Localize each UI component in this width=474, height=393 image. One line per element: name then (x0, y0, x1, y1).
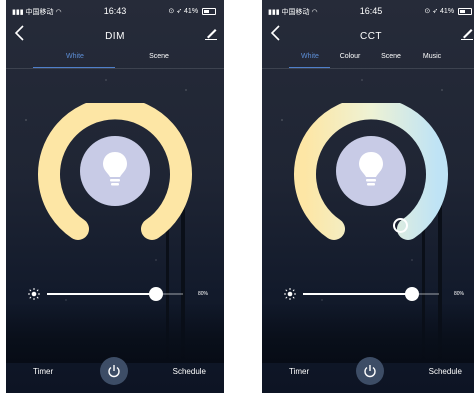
battery-percent: 41% (184, 8, 199, 15)
sun-icon (28, 288, 40, 300)
bulb-toggle-button[interactable] (336, 136, 406, 206)
bulb-toggle-button[interactable] (80, 136, 150, 206)
chevron-left-icon[interactable] (12, 24, 28, 42)
bulb-icon (359, 152, 383, 186)
dim-screen: ▮▮▮ 中国移动 ◠ 16:43 ⊙ ➶ 41% DIM White Scene (6, 0, 224, 393)
edit-icon[interactable] (459, 25, 474, 41)
tab-active-indicator (33, 67, 115, 68)
page-title: CCT (359, 31, 383, 42)
nav-bar: DIM (6, 22, 224, 48)
cct-screen: ▮▮▮ 中国移动 ◠ 16:45 ⊙ ➶ 41% CCT White Colou… (262, 0, 474, 393)
battery-icon (202, 7, 216, 15)
edit-icon[interactable] (203, 25, 219, 41)
location-icon: ⊙ ➶ (424, 8, 439, 15)
timer-button[interactable]: Timer (33, 367, 53, 376)
tab-white[interactable]: White (295, 53, 325, 60)
tab-active-indicator (289, 67, 330, 68)
tab-colour[interactable]: Colour (335, 53, 365, 60)
color-temperature-handle[interactable] (393, 218, 408, 233)
tab-scene[interactable]: Scene (376, 53, 406, 60)
brightness-slider-thumb[interactable] (148, 287, 163, 301)
timer-button[interactable]: Timer (289, 367, 309, 376)
page-title: DIM (105, 31, 125, 42)
power-button[interactable] (100, 357, 128, 385)
brightness-percent: 80% (453, 291, 464, 297)
tab-white[interactable]: White (55, 53, 95, 60)
battery-percent: 41% (440, 8, 455, 15)
power-icon (364, 365, 376, 378)
power-button[interactable] (356, 357, 384, 385)
tab-scene[interactable]: Scene (139, 53, 179, 60)
brightness-slider-fill (47, 293, 156, 295)
bottom-bar: Timer Schedule (262, 351, 474, 393)
schedule-button[interactable]: Schedule (429, 367, 462, 376)
chevron-left-icon[interactable] (268, 24, 284, 42)
brightness-slider-thumb[interactable] (404, 287, 419, 301)
tab-divider (262, 68, 474, 69)
status-bar: ▮▮▮ 中国移动 ◠ 16:43 ⊙ ➶ 41% (6, 0, 224, 20)
brightness-slider-row: 80% (262, 284, 474, 304)
brightness-slider-row: 80% (6, 284, 224, 304)
nav-bar: CCT (262, 22, 474, 48)
brightness-percent: 80% (197, 291, 208, 297)
status-bar: ▮▮▮ 中国移动 ◠ 16:45 ⊙ ➶ 41% (262, 0, 474, 20)
sun-icon (284, 288, 296, 300)
brightness-slider-fill (303, 293, 412, 295)
tab-music[interactable]: Music (417, 53, 447, 60)
bottom-bar: Timer Schedule (6, 351, 224, 393)
status-right: ⊙ ➶ 41% (168, 7, 216, 15)
status-right: ⊙ ➶ 41% (424, 7, 472, 15)
location-icon: ⊙ ➶ (168, 8, 183, 15)
tab-divider (6, 68, 224, 69)
battery-icon (458, 7, 472, 15)
bulb-icon (103, 152, 127, 186)
schedule-button[interactable]: Schedule (173, 367, 206, 376)
power-icon (108, 365, 120, 378)
